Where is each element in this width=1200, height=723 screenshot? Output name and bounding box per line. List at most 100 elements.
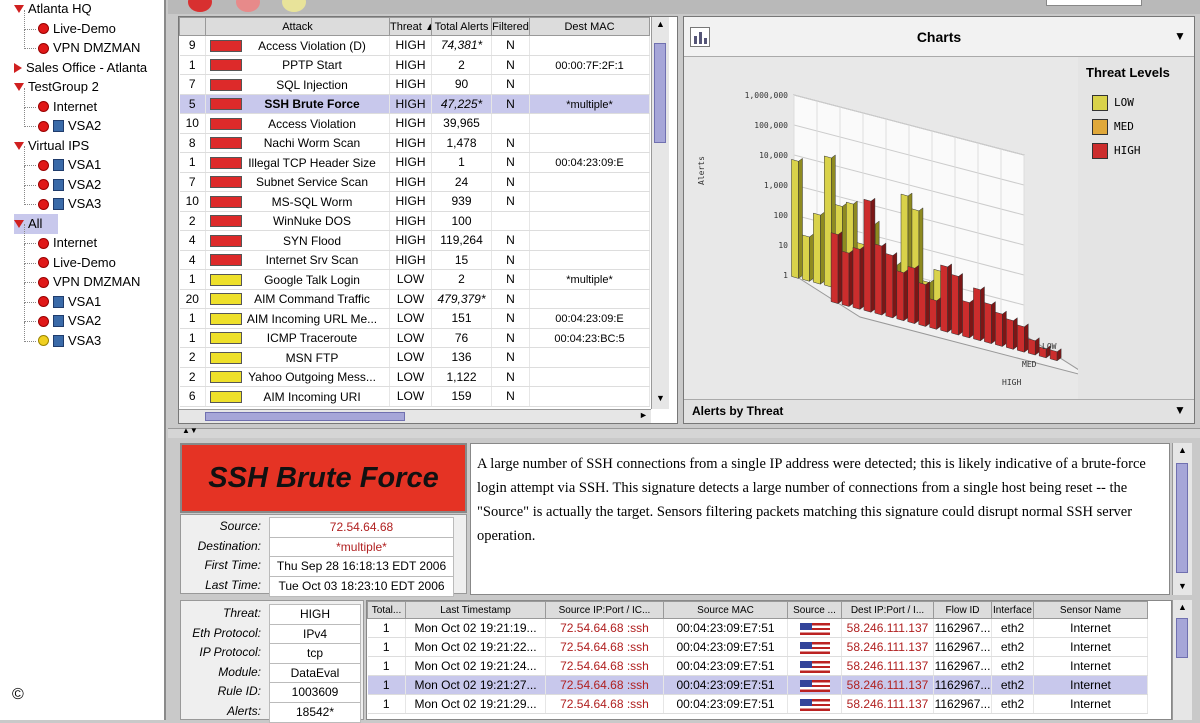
collapse-triangle-icon[interactable] xyxy=(14,5,24,13)
table-row[interactable]: 2 MSN FTP LOW 136 N xyxy=(179,347,650,368)
table-row[interactable]: 6 AIM Incoming URI LOW 159 N xyxy=(179,386,650,407)
scroll-down-icon[interactable]: ▼ xyxy=(1178,581,1187,591)
chart-selector[interactable]: Alerts by Threat ▼ xyxy=(684,399,1194,423)
hscroll-thumb[interactable] xyxy=(205,412,405,421)
table-row[interactable]: 8 Nachi Worm Scan HIGH 1,478 N xyxy=(179,133,650,153)
dest-mac: *multiple* xyxy=(566,274,613,287)
collapse-triangle-icon[interactable] xyxy=(14,83,24,91)
table-row[interactable]: 1 Mon Oct 02 19:21:29... 72.54.64.68 :ssh 0… xyxy=(367,694,1148,714)
scroll-up-icon[interactable]: ▲ xyxy=(1178,602,1187,612)
scroll-right-icon[interactable]: ► xyxy=(639,410,648,420)
sidebar-item[interactable]: All xyxy=(14,213,59,234)
sidebar-item[interactable]: Virtual IPS xyxy=(14,136,89,156)
sidebar-item[interactable]: VSA1 xyxy=(38,155,101,175)
table-row[interactable]: 7 SQL Injection HIGH 90 N xyxy=(179,74,650,95)
filtered-flag: N xyxy=(506,291,515,306)
column-header[interactable]: Dest IP:Port / I... xyxy=(841,601,934,619)
split-divider[interactable]: ▲▼ xyxy=(168,426,1200,438)
description-scroll-thumb[interactable] xyxy=(1176,463,1188,573)
sidebar-item[interactable]: VPN DMZMAN xyxy=(38,38,140,58)
source-ip: 72.54.64.68 :ssh xyxy=(560,621,649,635)
table-row[interactable]: 1 Mon Oct 02 19:21:19... 72.54.64.68 :ssh 0… xyxy=(367,618,1148,638)
y-axis-label: Alerts xyxy=(697,156,706,185)
table-row[interactable]: 1 Illegal TCP Header Size HIGH 1 N 00:04:23:0… xyxy=(179,152,650,173)
source-mac: 00:04:23:09:E7:51 xyxy=(676,697,775,711)
sidebar-item[interactable]: Live-Demo xyxy=(38,253,116,273)
table-row[interactable]: 1 PPTP Start HIGH 2 N 00:00:7F:2F:1 xyxy=(179,55,650,75)
severity-bar xyxy=(210,156,242,169)
description-scrollbar[interactable]: ▲ ▼ xyxy=(1172,443,1192,595)
table-row[interactable]: 1 Mon Oct 02 19:21:24... 72.54.64.68 :ssh 0… xyxy=(367,656,1148,676)
column-header[interactable]: Sensor Name xyxy=(1033,601,1148,619)
tree-branch-line xyxy=(24,301,36,303)
sidebar-item[interactable]: VSA1 xyxy=(38,292,101,312)
tree-branch-line xyxy=(24,165,36,166)
threat-table-hscrollbar[interactable]: ► xyxy=(179,409,651,423)
column-header[interactable]: Attack xyxy=(205,17,390,36)
scroll-thumb[interactable] xyxy=(654,43,666,143)
table-row[interactable]: 5 SSH Brute Force HIGH 47,225* N *multiple* xyxy=(179,94,650,114)
column-header[interactable]: Interface xyxy=(991,601,1034,619)
sidebar-item[interactable]: VSA2 xyxy=(38,116,101,136)
alert-scroll-thumb[interactable] xyxy=(1176,618,1188,658)
table-row[interactable]: 1 Mon Oct 02 19:21:27... 72.54.64.68 :ssh 0… xyxy=(367,675,1148,695)
zoom-window-button[interactable] xyxy=(282,0,306,12)
alert-table-scrollbar[interactable]: ▲ xyxy=(1172,600,1192,720)
sidebar-item[interactable]: VSA3 xyxy=(38,331,101,351)
chevron-down-icon[interactable]: ▼ xyxy=(1174,29,1186,43)
sidebar-item[interactable]: VSA2 xyxy=(38,175,101,195)
status-dot-icon xyxy=(38,159,49,171)
collapse-icon[interactable]: ▲▼ xyxy=(182,426,198,435)
scroll-down-icon[interactable]: ▼ xyxy=(656,393,665,403)
column-header[interactable]: Total... xyxy=(367,601,406,619)
threat-table-vscrollbar[interactable]: ▼ ▲ xyxy=(651,17,669,409)
table-row[interactable]: 7 Subnet Service Scan HIGH 24 N xyxy=(179,172,650,192)
scroll-up-icon[interactable]: ▲ xyxy=(1178,445,1187,455)
collapse-triangle-icon[interactable] xyxy=(14,219,24,228)
column-header[interactable] xyxy=(179,17,206,36)
status-dot-icon xyxy=(38,276,49,288)
table-row[interactable]: 4 Internet Srv Scan HIGH 15 N xyxy=(179,250,650,270)
column-header[interactable]: Threat ▲ xyxy=(389,17,432,36)
table-row[interactable]: 1 AIM Incoming URL Me... LOW 151 N 00:04:23:0… xyxy=(179,308,650,329)
minimize-window-button[interactable] xyxy=(236,0,260,12)
attack-name: SSH Brute Force xyxy=(264,97,360,112)
table-row[interactable]: 1 ICMP Traceroute LOW 76 N 00:04:23:BC:5 xyxy=(179,328,650,348)
dest-ip: 58.246.111.137 xyxy=(846,640,929,654)
chevron-down-icon[interactable]: ▼ xyxy=(1174,403,1186,417)
table-row[interactable]: 20 AIM Command Traffic LOW 479,379* N xyxy=(179,289,650,309)
scroll-up-icon[interactable]: ▲ xyxy=(656,19,665,29)
column-header[interactable]: Source MAC xyxy=(663,601,788,619)
close-window-button[interactable] xyxy=(188,0,212,12)
sidebar-item[interactable]: Live-Demo xyxy=(38,19,116,39)
column-header[interactable]: Source IP:Port / IC... xyxy=(545,601,664,619)
last-timestamp: Mon Oct 02 19:21:19... xyxy=(414,621,537,635)
sensor-name: Internet xyxy=(1070,659,1111,673)
sidebar-item[interactable]: Atlanta HQ xyxy=(14,0,92,19)
column-header[interactable]: Filtered xyxy=(491,17,530,36)
sidebar-item[interactable]: Internet xyxy=(38,233,97,253)
column-header[interactable]: Flow ID xyxy=(933,601,992,619)
column-header[interactable]: Last Timestamp xyxy=(405,601,546,619)
table-row[interactable]: 2 WinNuke DOS HIGH 100 xyxy=(179,211,650,231)
sidebar-item[interactable]: Sales Office - Atlanta xyxy=(14,58,147,78)
sidebar-item[interactable]: TestGroup 2 xyxy=(14,77,99,97)
column-header[interactable]: Total Alerts xyxy=(431,17,492,36)
total-alerts: 15 xyxy=(454,252,469,267)
collapse-triangle-icon[interactable] xyxy=(14,141,24,150)
table-row[interactable]: 4 SYN Flood HIGH 119,264 N xyxy=(179,230,650,251)
expand-triangle-icon[interactable] xyxy=(14,62,22,73)
column-header[interactable]: Dest MAC xyxy=(529,17,650,36)
sidebar-item[interactable]: VPN DMZMAN xyxy=(38,272,140,292)
table-row[interactable]: 2 Yahoo Outgoing Mess... LOW 1,122 N xyxy=(179,367,650,387)
sidebar-item[interactable]: Internet xyxy=(38,97,97,117)
sidebar-item[interactable]: VSA2 xyxy=(38,311,101,331)
column-header[interactable]: Source ... xyxy=(787,601,842,619)
table-row[interactable]: 10 Access Violation HIGH 39,965 xyxy=(179,113,650,134)
table-row[interactable]: 1 Mon Oct 02 19:21:22... 72.54.64.68 :ssh 0… xyxy=(367,637,1148,657)
search-field[interactable] xyxy=(1046,0,1142,6)
sidebar-item[interactable]: VSA3 xyxy=(38,194,101,214)
table-row[interactable]: 1 Google Talk Login LOW 2 N *multiple* xyxy=(179,269,650,290)
table-row[interactable]: 9 Access Violation (D) HIGH 74,381* N xyxy=(179,35,650,56)
table-row[interactable]: 10 MS-SQL Worm HIGH 939 N xyxy=(179,191,650,212)
